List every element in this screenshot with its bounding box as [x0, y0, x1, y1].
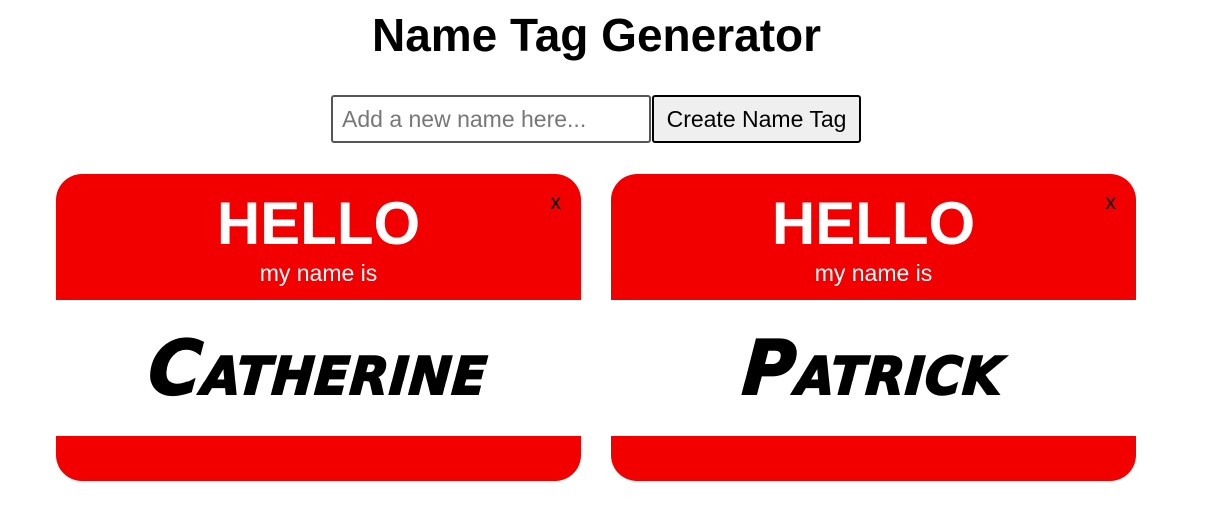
name-tag: HELLO my name is x Patrick: [611, 174, 1136, 481]
name-tag-generator-page: Name Tag Generator Create Name Tag HELLO…: [0, 0, 1207, 523]
close-icon[interactable]: x: [1106, 192, 1117, 213]
add-name-form: Create Name Tag: [331, 95, 861, 143]
name-tag-name: Patrick: [739, 323, 1008, 413]
my-name-is-text: my name is: [259, 260, 378, 286]
name-tag-name-area: Patrick: [611, 300, 1136, 436]
name-tag-name: Catherine: [145, 323, 492, 413]
name-tag-header: HELLO my name is x: [611, 174, 1136, 300]
name-tag: HELLO my name is x Catherine: [56, 174, 581, 481]
page-title: Name Tag Generator: [371, 9, 822, 61]
create-name-tag-button[interactable]: Create Name Tag: [652, 95, 861, 143]
name-tag-list: HELLO my name is x Catherine HELLO my na…: [56, 174, 1136, 481]
close-icon[interactable]: x: [551, 192, 562, 213]
hello-text: HELLO: [771, 190, 976, 257]
name-tag-header: HELLO my name is x: [56, 174, 581, 300]
my-name-is-text: my name is: [814, 260, 933, 286]
name-tag-name-area: Catherine: [56, 300, 581, 436]
name-input[interactable]: [331, 95, 651, 143]
hello-text: HELLO: [216, 190, 421, 257]
